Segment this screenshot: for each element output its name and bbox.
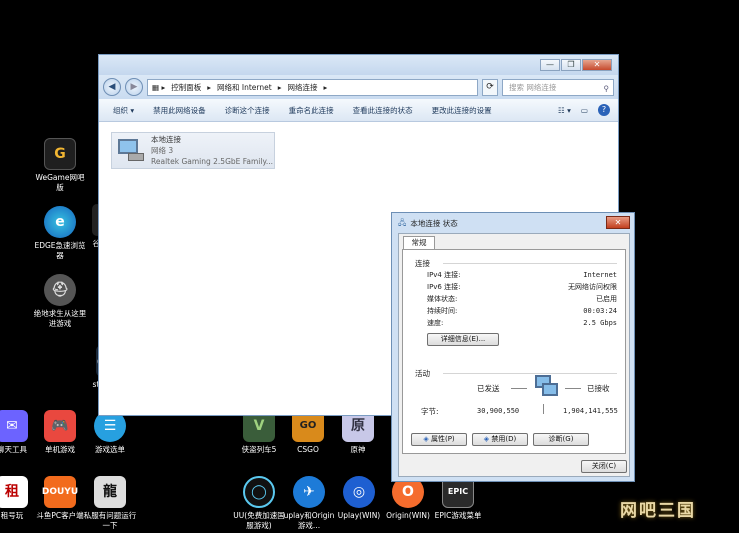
view-status-button[interactable]: 查看此连接的状态 — [353, 105, 413, 116]
icon-label: uplay和Origin游戏... — [283, 511, 335, 530]
search-icon: ⚲ — [603, 83, 610, 93]
window-titlebar[interactable]: — ❐ ✕ — [99, 55, 618, 75]
connection-adapter: Realtek Gaming 2.5GbE Family... — [151, 157, 273, 166]
bytes-received: 1,904,141,555 — [563, 407, 618, 415]
back-arrow-icon[interactable]: ◀ — [103, 78, 121, 96]
icon-label: 单机游戏 — [45, 445, 75, 454]
icon-label: WeGame网吧版 — [35, 173, 85, 192]
dialog-title: 本地连接 状态 — [410, 218, 458, 228]
icon-label: 游戏选单 — [95, 445, 125, 454]
icon-label: CSGO — [297, 445, 319, 454]
breadcrumb-control-panel[interactable]: 控制面板 — [171, 82, 201, 93]
network-adapter-icon — [116, 137, 146, 165]
epic-games-icon[interactable]: EPIC EPIC游戏菜单 — [430, 476, 486, 521]
breadcrumb-network-connections[interactable]: 网络连接 — [287, 82, 317, 93]
refresh-icon[interactable]: ⟳ — [482, 78, 498, 96]
icon-label: Uplay(WIN) — [337, 511, 381, 520]
organize-button[interactable]: 组织 ▾ — [113, 105, 134, 116]
duration-row: 持续时间: 00:03:24 — [427, 307, 617, 315]
close-icon[interactable]: ✕ — [606, 216, 630, 229]
private-server-fix-icon[interactable]: 龍 私服有问题运行一下 — [82, 476, 138, 531]
douyu-icon[interactable]: DOUYU 斗鱼PC客户端 — [32, 476, 88, 521]
partial-app-icon[interactable]: 谷 — [76, 204, 102, 249]
pubg-icon[interactable]: ⛑ 绝地求生从这里进游戏 — [32, 274, 88, 329]
shield-icon: ◈ — [423, 435, 429, 443]
icon-label: UU(免费加速国服游戏) — [233, 511, 285, 530]
shield-icon: ◈ — [483, 435, 490, 443]
sent-label: 已发送 — [477, 384, 500, 393]
tab-general[interactable]: 常规 — [403, 236, 435, 250]
command-bar: 组织 ▾ 禁用此网络设备 诊断这个连接 重命名此连接 查看此连接的状态 更改此连… — [99, 99, 618, 122]
received-label: 已接收 — [587, 384, 610, 393]
forward-arrow-icon[interactable]: ▶ — [125, 78, 143, 96]
icon-label: 侠盗列车5 — [241, 445, 277, 454]
disable-button[interactable]: ◈ 禁用(D) — [472, 433, 528, 446]
watermark-logo: 网吧三国 — [620, 501, 696, 521]
network-activity-icon — [533, 375, 559, 401]
general-tab-panel: 连接 IPv4 连接: Internet IPv6 连接: 无网络访问权限 媒体… — [402, 249, 626, 454]
connection-network: 网络 3 — [151, 146, 174, 155]
icon-label: 斗鱼PC客户端 — [36, 511, 84, 520]
diagnose-button[interactable]: 诊断(G) — [533, 433, 589, 446]
ipv6-row: IPv6 连接: 无网络访问权限 — [427, 283, 617, 291]
bytes-label: 字节: — [421, 407, 439, 416]
origin-icon[interactable]: O Origin(WIN) — [380, 476, 436, 521]
icon-label: 绝地求生从这里进游戏 — [33, 309, 87, 328]
rename-connection-button[interactable]: 重命名此连接 — [289, 105, 334, 116]
network-status-icon: 🖧 — [398, 217, 407, 227]
maximize-icon[interactable]: ❐ — [561, 59, 581, 71]
properties-button[interactable]: ◈ 属性(P) — [411, 433, 467, 446]
bytes-sent: 30,900,550 — [477, 407, 520, 415]
ipv4-row: IPv4 连接: Internet — [427, 271, 617, 279]
single-player-games-icon[interactable]: 🎮 单机游戏 — [32, 410, 88, 455]
connection-section-title: 连接 — [415, 259, 430, 268]
minimize-icon[interactable]: — — [540, 59, 560, 71]
change-settings-button[interactable]: 更改此连接的设置 — [432, 105, 492, 116]
icon-label: 原神 — [350, 445, 366, 454]
activity-section-title: 活动 — [415, 369, 430, 378]
media-state-row: 媒体状态: 已启用 — [427, 295, 617, 303]
uplay-origin-icon[interactable]: ✈ uplay和Origin游戏... — [281, 476, 337, 531]
help-icon[interactable]: ? — [598, 104, 610, 116]
icon-label: 谷 — [92, 239, 101, 248]
details-button[interactable]: 详细信息(E)... — [427, 333, 499, 346]
breadcrumb-network-internet[interactable]: 网络和 Internet — [217, 82, 272, 93]
connection-name: 本地连接 — [151, 135, 181, 144]
dialog-titlebar[interactable]: 🖧 本地连接 状态 — [392, 213, 634, 233]
connection-status-dialog: 🖧 本地连接 状态 ✕ 常规 连接 IPv4 连接: Internet IPv6… — [391, 212, 635, 482]
address-bar[interactable]: ▦ ▸ 控制面板 ▸ 网络和 Internet ▸ 网络连接 ▸ — [147, 78, 478, 96]
wegame-icon[interactable]: G WeGame网吧版 — [32, 138, 88, 193]
view-options-icon[interactable]: ☷ ▾ — [558, 106, 571, 115]
control-panel-icon: ▦ ▸ — [152, 82, 166, 92]
icon-label: EPIC游戏菜单 — [434, 511, 482, 520]
icon-label: 私服有问题运行一下 — [83, 511, 137, 530]
close-icon[interactable]: ✕ — [582, 59, 612, 71]
icon-label: Origin(WIN) — [386, 511, 430, 520]
disable-device-button[interactable]: 禁用此网络设备 — [153, 105, 206, 116]
local-connection-item[interactable]: 本地连接 网络 3 Realtek Gaming 2.5GbE Family..… — [111, 132, 275, 169]
diagnose-connection-button[interactable]: 诊断这个连接 — [225, 105, 270, 116]
uu-accelerator-icon[interactable]: ◯ UU(免费加速国服游戏) — [231, 476, 287, 531]
address-row: ◀ ▶ ▦ ▸ 控制面板 ▸ 网络和 Internet ▸ 网络连接 ▸ ⟳ 搜… — [99, 75, 618, 99]
search-input[interactable]: 搜索 网络连接 ⚲ — [502, 78, 614, 96]
close-button[interactable]: 关闭(C) — [581, 460, 627, 473]
preview-pane-icon[interactable]: ▭ — [581, 106, 588, 115]
speed-row: 速度: 2.5 Gbps — [427, 319, 617, 327]
uplay-icon[interactable]: ◎ Uplay(WIN) — [331, 476, 387, 521]
